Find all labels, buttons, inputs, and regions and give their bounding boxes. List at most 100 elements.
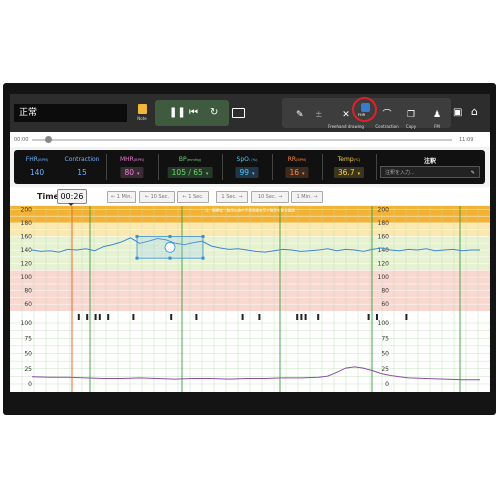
drawing-tools: ✎ ± ✕ Freehand drawing FHR ⌒ Contraction… xyxy=(282,97,451,129)
vital-unit: (℃) xyxy=(353,158,361,162)
scrub-handle[interactable] xyxy=(45,136,52,143)
print-icon[interactable]: ▣ xyxy=(453,108,462,118)
vital-value: 36.7 xyxy=(337,168,355,177)
vital-temp[interactable]: Temp(℃) 36.7 ▾ xyxy=(322,150,376,184)
fetal-movement-mark xyxy=(107,314,110,320)
back-1-sec-button[interactable]: ← 1 Sec. xyxy=(177,191,209,203)
forward-1-min-button[interactable]: 1 Min. → xyxy=(291,191,323,203)
scrub-end-time: 11:09 xyxy=(459,137,474,143)
memo-placeholder: 注釈を入力... xyxy=(385,170,415,176)
scrub-start-time: 00:00 xyxy=(14,137,29,143)
vital-unit: (mmHg) xyxy=(186,158,202,162)
forward-10-sec-button[interactable]: 10 Sec. → xyxy=(251,191,289,203)
freehand-icon: ✕ xyxy=(342,110,350,120)
forward-1-sec-button[interactable]: 1 Sec. → xyxy=(216,191,248,203)
vital-value: 99 xyxy=(239,168,250,177)
scrub-track[interactable] xyxy=(32,139,452,141)
fhr-tick-label: 200 xyxy=(378,206,390,213)
pen-icon: ✎ xyxy=(470,170,475,176)
fhr-tool[interactable]: FHR xyxy=(352,97,377,122)
fetal-movement-mark xyxy=(86,314,89,320)
selection-handle xyxy=(135,256,139,260)
vital-value: 16 xyxy=(289,168,300,177)
pause-icon[interactable]: ❚❚ xyxy=(169,108,186,118)
vital-value: 15 xyxy=(77,168,87,177)
fhr-tick-label: 200 xyxy=(21,206,33,213)
fm-icon: ♟ xyxy=(432,110,442,120)
fetal-movement-mark xyxy=(300,314,303,320)
fhr-tick-label: 100 xyxy=(21,274,33,281)
note-button[interactable]: Note xyxy=(134,102,150,128)
contraction-tick-label: 0 xyxy=(385,381,389,388)
vital-spo2[interactable]: SpO₂ (%) 99 ▾ xyxy=(222,150,272,184)
pen-tool[interactable]: ✎ xyxy=(296,102,304,121)
contraction-tick-label: 50 xyxy=(24,351,32,358)
vital-label: Temp xyxy=(337,156,354,163)
fetal-movement-mark xyxy=(296,314,299,320)
fetal-movement-mark xyxy=(94,314,97,320)
vital-bp[interactable]: BP(mmHg) 105 / 65 ▾ xyxy=(158,150,222,184)
vital-mhr[interactable]: MHR(BPM) 80 ▾ xyxy=(106,150,158,184)
plus-icon: ± xyxy=(315,110,323,120)
vital-label: FHR xyxy=(25,156,38,163)
fetal-movement-mark xyxy=(98,314,101,320)
fhr-tick-label: 180 xyxy=(378,220,390,227)
time-display[interactable]: 00:26 xyxy=(57,189,87,204)
vital-label: MHR xyxy=(119,156,134,163)
contraction-tick-label: 25 xyxy=(24,366,32,373)
selection-handle xyxy=(168,234,172,238)
contraction-icon: ⌒ xyxy=(382,110,392,120)
refresh-icon[interactable]: ↻ xyxy=(210,108,218,118)
chevron-down-icon: ▾ xyxy=(205,171,209,177)
home-icon[interactable]: ⌂ xyxy=(471,106,478,117)
selection-handle xyxy=(201,256,205,260)
vital-contraction: Contraction 15 xyxy=(60,150,104,184)
contraction-tool[interactable]: ⌒ Contraction xyxy=(375,102,399,129)
fetal-movement-mark xyxy=(258,314,261,320)
vital-label: BP xyxy=(178,156,187,163)
fhr-tick-label: 160 xyxy=(21,233,33,240)
fetal-movement-mark xyxy=(405,314,408,320)
vitals-panel: FHR(BPM) 140 Contraction 15 MHR(BPM) 80 ▾… xyxy=(14,150,485,184)
vital-unit: ₂ (%) xyxy=(248,158,258,162)
chevron-down-icon: ▾ xyxy=(302,171,305,177)
contraction-tick-label: 75 xyxy=(381,335,389,342)
fhr-tick-label: 80 xyxy=(24,288,32,295)
back-1-min-button[interactable]: ← 1 Min. xyxy=(107,191,136,203)
vital-rr[interactable]: RR(BPM) 16 ▾ xyxy=(272,150,322,184)
fm-tool[interactable]: ♟ FM xyxy=(431,102,443,129)
plus-tool[interactable]: ± xyxy=(315,102,323,121)
fhr-label: FHR xyxy=(358,113,366,117)
chevron-down-icon: ▾ xyxy=(137,171,140,177)
rewind-icon[interactable]: ⏮ xyxy=(189,108,198,118)
playback-controls: ❚❚ ⏮ ↻ xyxy=(155,100,229,126)
ctg-chart[interactable]: 注：観察者 - 胎児心拍や子宮収縮を示す描写を見る画面60 6080 80100 10… xyxy=(10,206,490,392)
fetal-movement-mark xyxy=(304,314,307,320)
contraction-tick-label: 0 xyxy=(28,381,32,388)
contraction-tick-label: 100 xyxy=(378,320,390,327)
note-icon xyxy=(137,104,147,114)
top-toolbar: 正常 Note ❚❚ ⏮ ↻ ✎ ± ✕ Freehand drawing FH… xyxy=(10,94,490,132)
selection-center-handle xyxy=(164,241,176,253)
vital-unit: (BPM) xyxy=(133,158,145,162)
fhr-tick-label: 100 xyxy=(378,274,390,281)
vital-label: Contraction xyxy=(64,156,100,163)
chevron-down-icon: ▾ xyxy=(252,171,255,177)
vital-fhr: FHR(BPM) 140 xyxy=(14,150,60,184)
back-10-sec-button[interactable]: ← 10 Sec. xyxy=(139,191,175,203)
copy-tool[interactable]: ❐ Copy xyxy=(404,102,418,129)
vital-value: 80 xyxy=(124,168,135,177)
fetal-movement-mark xyxy=(132,314,135,320)
folder-icon[interactable] xyxy=(232,108,245,118)
fm-label: FM xyxy=(434,124,440,129)
memo-input[interactable]: 注釈を入力... ✎ xyxy=(380,166,480,178)
fhr-tick-label: 140 xyxy=(21,247,33,254)
contraction-label: Contraction xyxy=(375,124,399,129)
fhr-icon xyxy=(361,103,370,112)
memo-label: 注釈 xyxy=(423,158,436,165)
fhr-tick-label: 160 xyxy=(378,233,390,240)
fetal-movement-mark xyxy=(77,314,80,320)
contraction-tick-label: 100 xyxy=(21,320,33,327)
fhr-tick-label: 80 xyxy=(381,288,389,295)
app-screen: 正常 Note ❚❚ ⏮ ↻ ✎ ± ✕ Freehand drawing FH… xyxy=(10,94,490,392)
